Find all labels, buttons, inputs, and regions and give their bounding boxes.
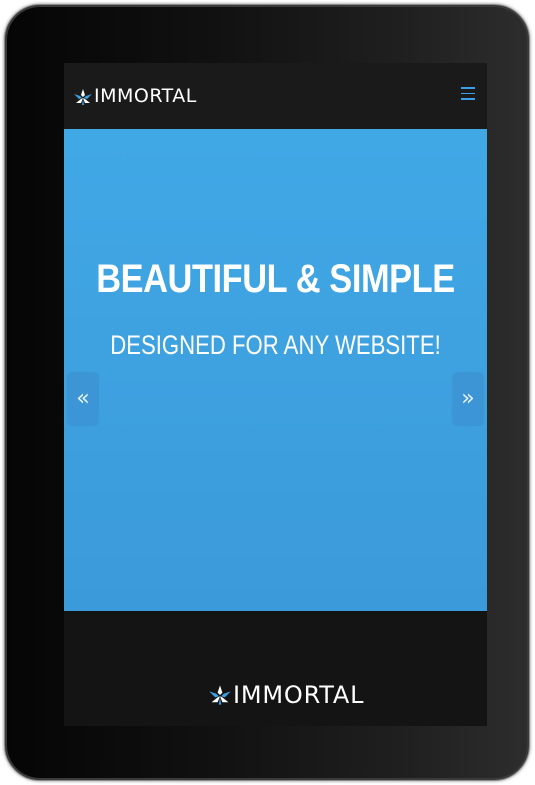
tablet-screen: IMMORTAL BEAUTIFUL & SIMPLE DESIGNED FOR… (64, 63, 487, 726)
footer-logo-text: IMMORTAL (233, 681, 365, 709)
double-chevron-right-icon: » (461, 386, 475, 411)
hero-subtitle: DESIGNED FOR ANY WEBSITE! (110, 330, 441, 360)
slider-prev-button[interactable]: « (68, 373, 98, 425)
lotus-logo-icon (208, 684, 232, 706)
header-logo[interactable]: IMMORTAL (73, 87, 197, 106)
lotus-logo-icon (73, 88, 93, 106)
hero-title: BEAUTIFUL & SIMPLE (96, 257, 455, 301)
top-navbar: IMMORTAL (64, 63, 487, 129)
hamburger-menu-icon[interactable] (461, 87, 475, 101)
tablet-frame: IMMORTAL BEAUTIFUL & SIMPLE DESIGNED FOR… (4, 4, 530, 781)
footer-logo[interactable]: IMMORTAL (208, 683, 364, 707)
hero-slider: BEAUTIFUL & SIMPLE DESIGNED FOR ANY WEBS… (64, 129, 487, 611)
double-chevron-left-icon: « (76, 386, 90, 411)
header-logo-text: IMMORTAL (94, 85, 197, 107)
slider-next-button[interactable]: » (453, 373, 483, 425)
